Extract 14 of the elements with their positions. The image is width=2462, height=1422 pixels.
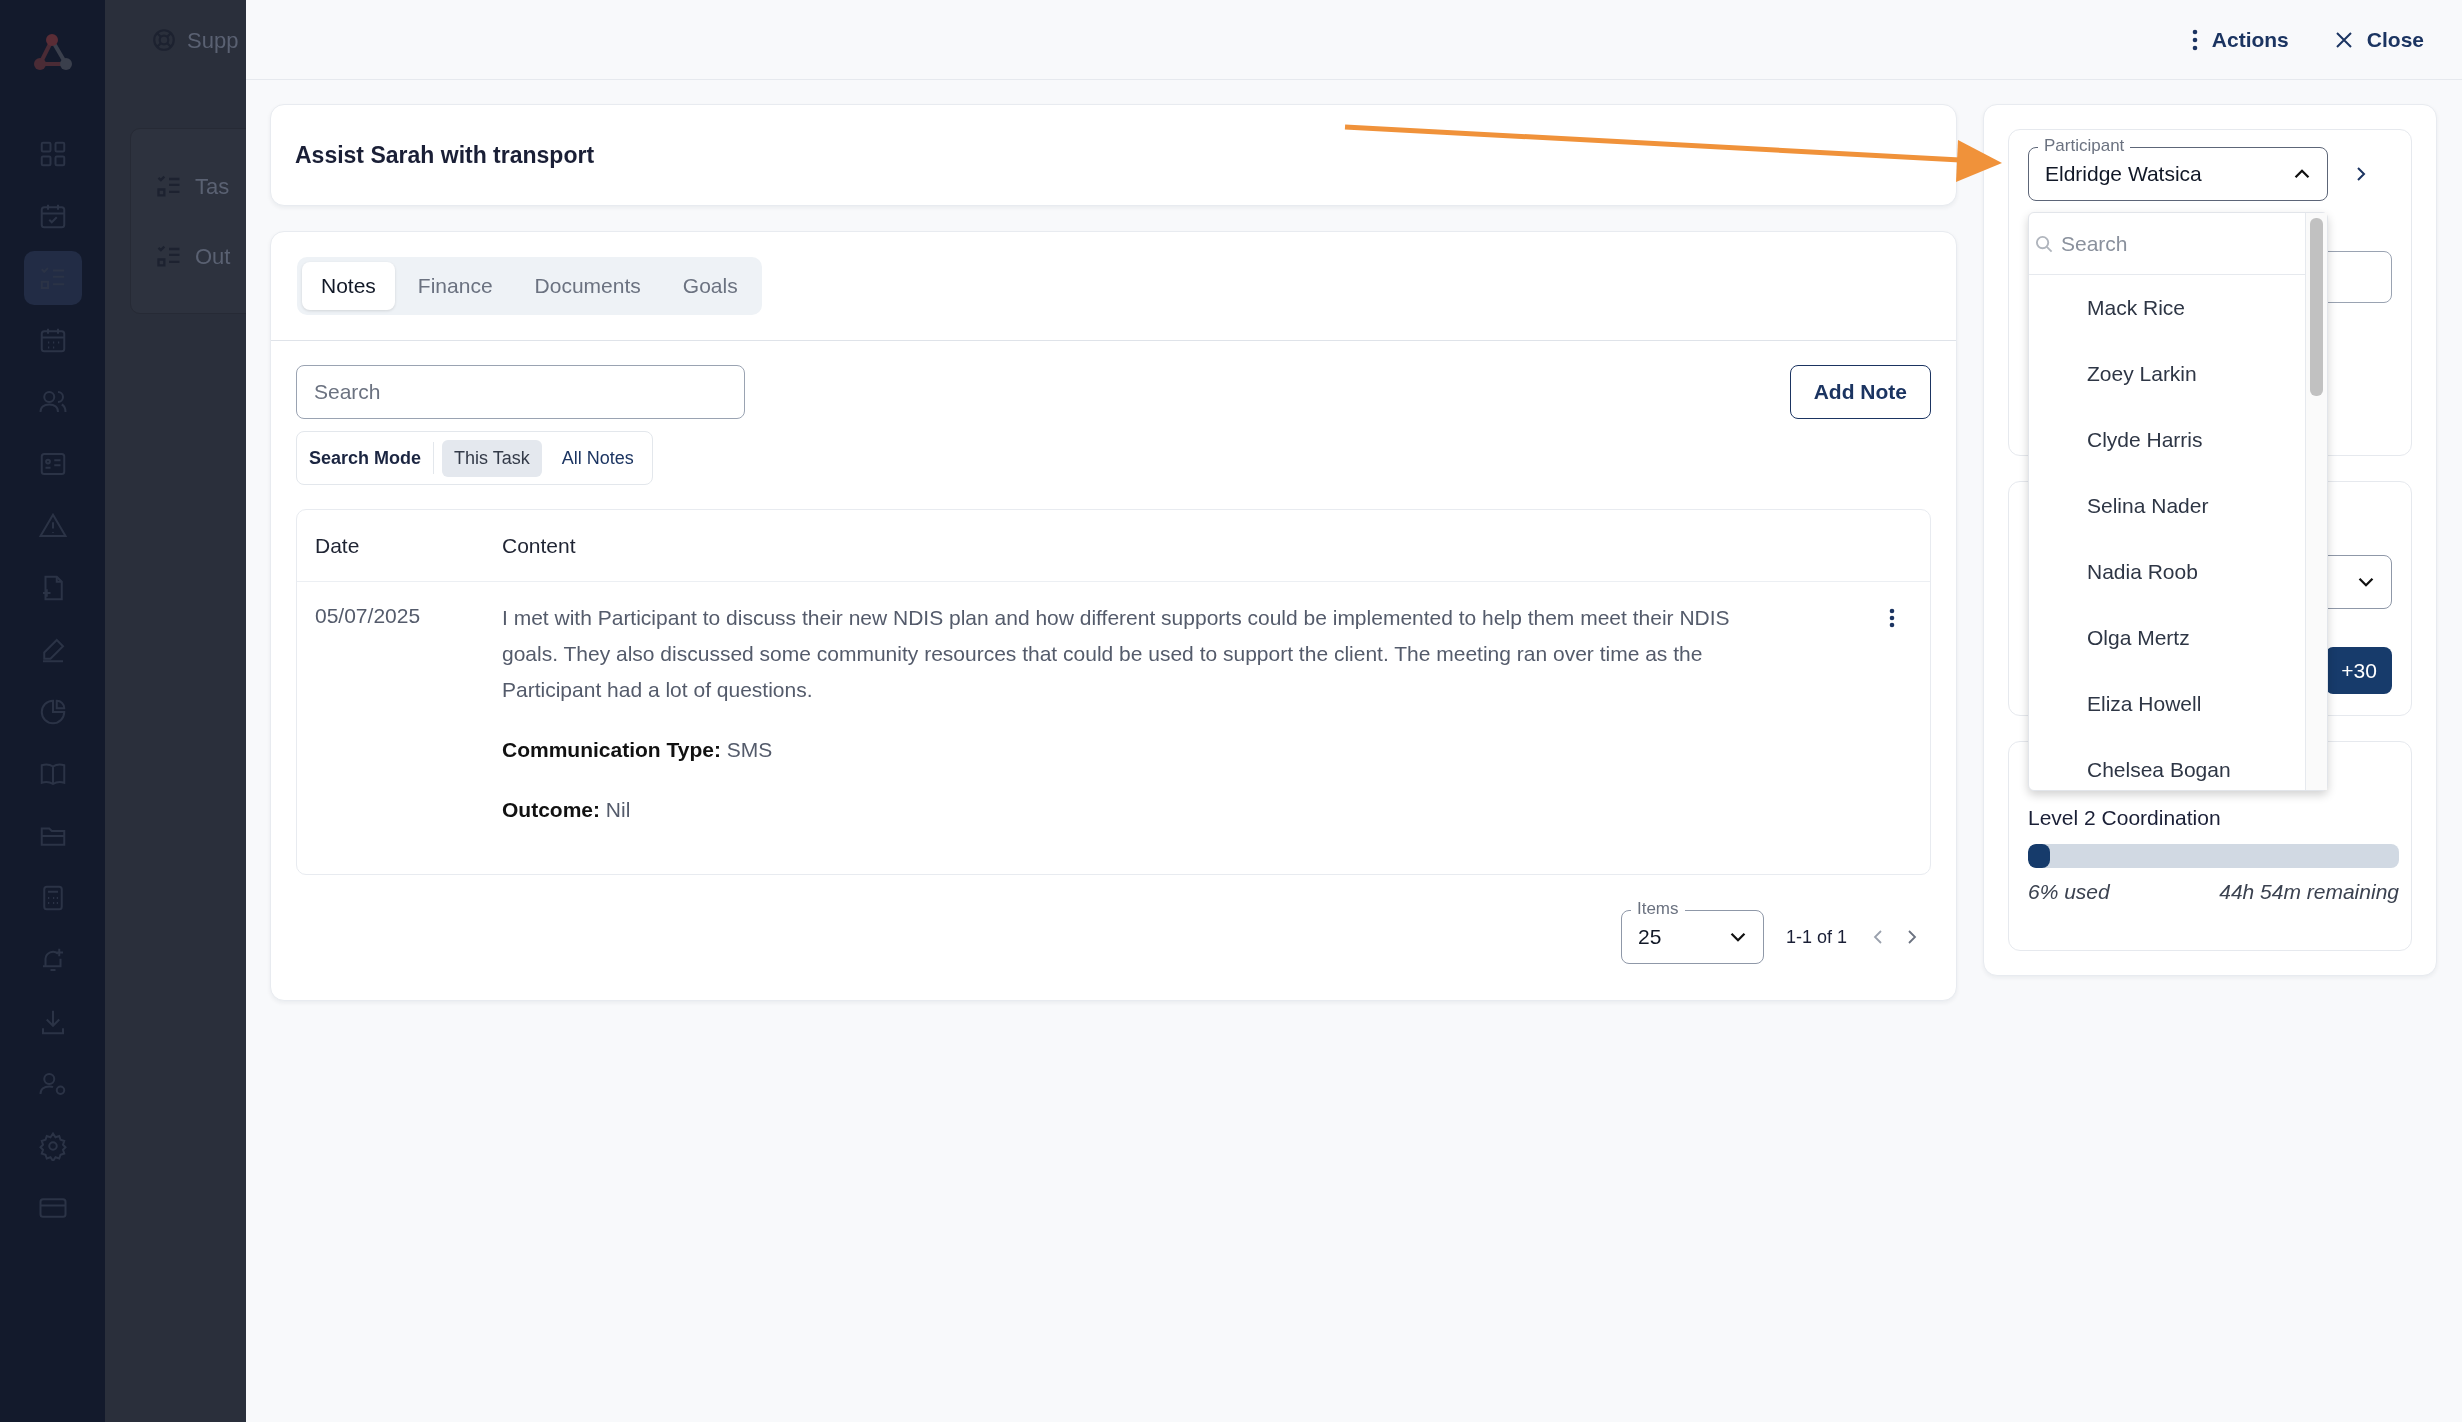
budget-used: 6% used (2028, 878, 2110, 905)
task-title: Assist Sarah with transport (295, 140, 595, 170)
budget-remaining: 44h 54m remaining (2219, 878, 2399, 905)
participant-value: Eldridge Watsica (2045, 161, 2202, 188)
items-value: 25 (1637, 924, 1662, 951)
note-text: I met with Participant to discuss their new NDIS plan and how different supports could be implemented to help them meet their NDIS goals. They also discussed some community resources that could be used to support the client. The meeting ran over time as the Participant had a lot of questions. (502, 605, 1731, 703)
budget-name: Level 2 Coordination (2028, 805, 2222, 831)
page-range: 1-1 of 1 (1785, 925, 1847, 949)
search-mode-label: Search Mode (309, 442, 435, 474)
date-cell: 05/07/2025 (315, 604, 421, 627)
note-field: Outcome: Nil (502, 792, 1764, 828)
note-field: Communication Type: SMS (502, 732, 1764, 768)
column-header: Date (315, 533, 360, 557)
column-header: Content (502, 533, 576, 557)
